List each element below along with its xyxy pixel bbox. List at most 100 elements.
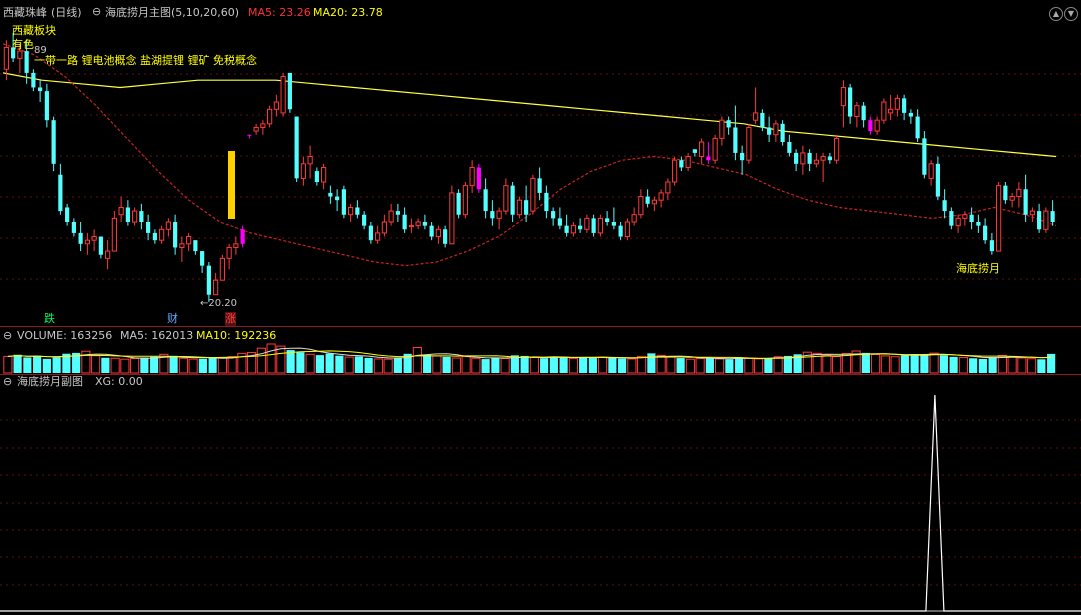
candle <box>794 149 799 172</box>
volume-bar <box>130 358 140 374</box>
candle-body <box>794 152 799 164</box>
volume-bar <box>1017 357 1027 374</box>
candle <box>834 134 840 164</box>
collapse-icon[interactable]: ▲ <box>1049 7 1063 21</box>
candle <box>1037 203 1042 233</box>
candle-body <box>51 120 56 164</box>
candle <box>31 69 36 92</box>
minus-icon[interactable]: ⊖ <box>92 5 101 19</box>
candle <box>597 214 603 237</box>
stock-name: 西藏珠峰 <box>3 6 47 19</box>
candle-body <box>260 123 266 128</box>
candle <box>186 232 192 252</box>
volume-bar <box>217 357 227 374</box>
candle-body <box>362 214 367 226</box>
candle-body <box>624 221 630 238</box>
candle-body <box>118 206 124 216</box>
candle <box>1029 207 1035 222</box>
candle-body <box>267 108 273 125</box>
candle <box>206 262 211 302</box>
candle <box>469 160 475 193</box>
candle-body <box>388 210 394 223</box>
candle <box>78 222 83 252</box>
candle <box>516 196 522 219</box>
candle <box>510 182 515 222</box>
candle-body <box>874 119 880 132</box>
candle-body <box>746 126 752 161</box>
sub-panel-title[interactable]: 海底捞月副图 <box>17 375 83 389</box>
candle-body <box>71 222 76 233</box>
candle <box>247 134 252 139</box>
candle <box>773 120 779 142</box>
candle <box>314 167 319 186</box>
candle-body <box>516 199 522 216</box>
candle <box>375 225 381 244</box>
candle-body <box>173 222 178 248</box>
candle <box>530 174 536 215</box>
sub-panel-divider <box>0 374 1081 375</box>
candle <box>928 160 934 186</box>
candle <box>557 207 562 230</box>
volume-bar <box>198 358 207 373</box>
volume-bar <box>3 355 13 374</box>
volume-bar <box>42 358 51 373</box>
candle-body <box>159 228 165 241</box>
event-label-fall[interactable]: 跌 <box>44 312 55 326</box>
volume-bar <box>978 358 987 373</box>
candle <box>51 116 56 172</box>
candle-body <box>3 46 9 70</box>
expand-icon[interactable]: ▼ <box>1064 7 1078 21</box>
volume-bar <box>1037 359 1046 373</box>
candle <box>922 131 927 179</box>
candle-body <box>618 225 623 237</box>
volume-ma10-label: MA10: 192236 <box>196 329 277 342</box>
event-label-finance[interactable]: 财 <box>167 312 178 326</box>
volume-bar <box>861 352 870 373</box>
volume-bar <box>325 353 334 373</box>
volume-bar <box>442 356 451 373</box>
event-label-rise[interactable]: 涨 <box>225 312 236 326</box>
volume-bar <box>871 354 881 374</box>
volume-bar <box>666 356 676 374</box>
candle <box>111 211 117 252</box>
candle-body <box>955 217 961 227</box>
candle-body <box>429 225 434 237</box>
candle-body <box>300 163 306 179</box>
candle <box>854 102 860 128</box>
volume-ma5-label: MA5: 162013 <box>120 329 194 342</box>
volume-bar <box>451 357 461 374</box>
candle <box>706 142 711 164</box>
volume-bar <box>23 357 32 373</box>
minus-icon[interactable]: ⊖ <box>3 375 12 389</box>
candle <box>355 200 360 219</box>
volume-bar <box>559 356 568 373</box>
candle <box>328 185 333 204</box>
candle <box>753 87 759 124</box>
volume-bar <box>344 356 354 374</box>
candle <box>894 94 900 117</box>
candle-body <box>962 214 968 219</box>
candle-body <box>375 232 381 241</box>
candle <box>132 207 138 226</box>
candle <box>813 152 819 168</box>
candle-body <box>253 126 259 132</box>
minus-icon[interactable]: ⊖ <box>3 329 12 343</box>
candle-body <box>1023 189 1028 215</box>
candle-body <box>807 152 812 164</box>
volume-bar <box>656 354 666 374</box>
candle <box>624 218 630 241</box>
candle-body <box>706 156 711 161</box>
volume-bar <box>735 357 744 373</box>
indicator-name[interactable]: 海底捞月主图(5,10,20,60) <box>105 6 239 20</box>
candle-body <box>1009 196 1015 201</box>
candle-body <box>17 50 23 59</box>
candle-body <box>780 123 785 142</box>
candle <box>496 207 502 230</box>
candle <box>449 185 455 245</box>
candle <box>726 116 731 135</box>
candle-body <box>733 127 738 153</box>
candle-body <box>530 177 536 212</box>
candle <box>348 203 354 222</box>
candle <box>408 218 414 233</box>
candle <box>321 163 327 190</box>
